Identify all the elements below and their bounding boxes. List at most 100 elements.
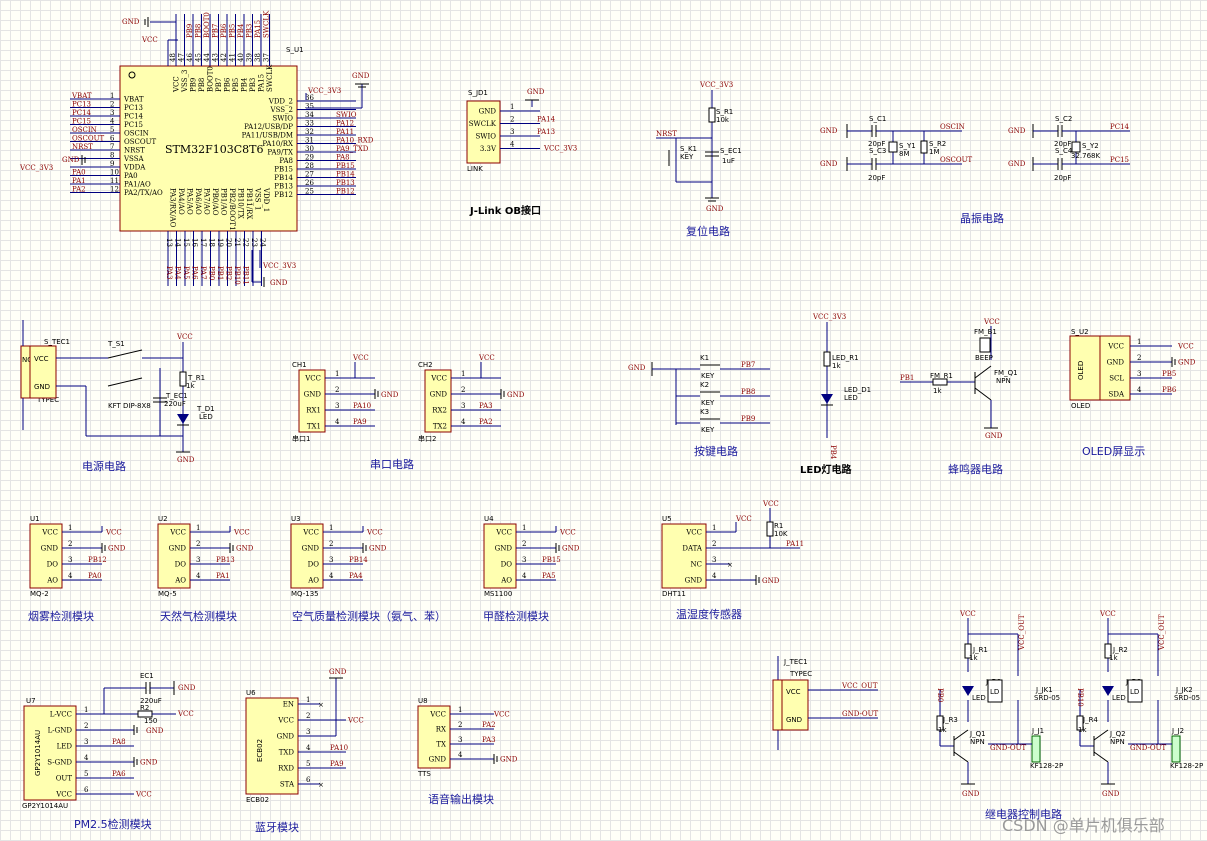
tts-pin-num: 2: [458, 721, 462, 729]
xtal-y2v: 32.768K: [1071, 152, 1100, 160]
key-ref: K2: [700, 381, 709, 389]
mcu-left-pin-name: PA0: [124, 172, 138, 180]
pwr-gnd-pin: GND: [34, 383, 50, 391]
mcu-right-pin-name: PB14: [274, 174, 293, 182]
sensor-pin-name: GND: [41, 545, 59, 553]
relay-d-label: LED: [1112, 694, 1126, 702]
mcu-right-pin-name: PA12/USB/DP: [244, 123, 293, 131]
bt-part: ECB02: [246, 796, 269, 804]
sensor-part: MQ-135: [291, 590, 319, 598]
mcu-top-pin-num: 43: [212, 53, 220, 62]
relay-rb-ref: J_R3: [942, 716, 958, 724]
pm-pin-name: LED: [57, 743, 73, 751]
mcu-left-net: PA2: [72, 186, 86, 194]
pm-net: GND: [140, 759, 158, 767]
pwr-title: 电源电路: [82, 459, 126, 473]
relay-q-type: NPN: [1110, 738, 1125, 746]
mcu-top-pin-num: 38: [254, 53, 262, 62]
mcu-bottom-net: PB11: [242, 266, 250, 285]
pwr-vcc: VCC: [176, 333, 193, 341]
mcu-top-net: PA15: [254, 20, 262, 38]
buzzer-block: VCC FM_B1 BEEP PB1 FM_R1 1k FM_Q1 NPN GN…: [900, 318, 1018, 476]
mcu-left-pin-num: 1: [110, 92, 114, 100]
mcu-bottom-pin-num: 16: [191, 238, 199, 247]
mcu-bottom-pin-name: PB11/RX: [245, 188, 253, 219]
sensor-pin-name: DO: [175, 561, 187, 569]
mcu-top-pin-name: PB7: [215, 78, 223, 92]
xtal-cv3: 20pF: [868, 174, 885, 182]
oled-pin-name: SCL: [1109, 375, 1124, 383]
mcu-left-pin-name: PC13: [124, 104, 143, 112]
relay-ld: LD: [1130, 688, 1139, 696]
mcu-right-net: PB13: [336, 179, 355, 187]
bt-gnd: GND: [329, 668, 347, 676]
mcu-top-pin-num: 45: [195, 53, 203, 62]
mcu-right-pin-num: 25: [305, 188, 314, 196]
pm-ref: U7: [26, 697, 36, 705]
pm-pin-num: 3: [84, 738, 88, 746]
mcu-left-pin-num: 7: [110, 143, 114, 151]
pwr-led: T_D1: [196, 405, 215, 413]
xtal-c3: S_C3: [869, 147, 886, 155]
sensor-net: VCC: [233, 529, 250, 537]
bz-r: FM_R1: [930, 372, 953, 380]
pm-gnd2: GND: [146, 727, 164, 735]
bt-nc-x: ×: [318, 781, 324, 789]
mcu-top-pin-num: 41: [229, 53, 237, 62]
relay-gndout: GND-OUT: [990, 744, 1026, 752]
mcu-top-net: PB5: [229, 24, 237, 38]
sensor-net: GND: [562, 545, 580, 553]
xtal-y2: S_Y2: [1082, 142, 1099, 150]
jlink-pins-pin-name: GND: [479, 108, 497, 116]
pm-title: PM2.5检测模块: [74, 817, 152, 831]
mcu-bottom-net: PB10: [233, 266, 241, 285]
mcu-bottom-pin-num: 18: [208, 238, 216, 247]
sensor-pin-name: AO: [174, 577, 186, 585]
tts-net: PA2: [482, 721, 496, 729]
relay-q-e: [953, 751, 969, 763]
xtal-pc14: PC14: [1110, 123, 1130, 131]
tts-pin-num: 3: [458, 736, 462, 744]
sensor-net: PA0: [88, 572, 102, 580]
sensor-part: MQ-2: [30, 590, 49, 598]
sensor-pin-num: 2: [196, 540, 200, 548]
sensor-pin-num: 1: [68, 524, 72, 532]
pm-vcc1: VCC: [177, 710, 194, 718]
reset-key-ref: S_K1: [680, 145, 697, 153]
mcu-right-net: PB15: [336, 162, 355, 170]
sensor-pin-name: DO: [501, 561, 513, 569]
mcu-top-pin-name: PB6: [224, 77, 232, 92]
mcu-left-net: NRST: [72, 143, 93, 151]
uart-net-rx: PA3: [479, 402, 493, 410]
bt-pin-name: RXD: [278, 765, 294, 773]
jlink-net: PA13: [537, 128, 555, 136]
keys-gnd: GND: [628, 364, 646, 372]
oled-pin-num: 4: [1137, 386, 1142, 394]
mcu-bottom-pin-name: PA6/AO: [194, 188, 202, 215]
mcu-bottom-net: PA6: [191, 266, 199, 280]
uart1-pins-pin-num: 4: [335, 418, 340, 426]
mcu-bottom-pin-num: 20: [225, 238, 233, 247]
sensor-net: VCC: [559, 529, 576, 537]
oled-pin-name: GND: [1107, 359, 1125, 367]
sensor-pin-num: 3: [68, 556, 72, 564]
sensor-net: PA4: [349, 572, 363, 580]
mcu-left-pin-num: 3: [110, 109, 114, 117]
mcu-gnd-net: GND: [122, 18, 140, 26]
mcu-right-net: PA9_TXD: [336, 145, 369, 153]
relay-rb-val: 1k: [938, 726, 947, 734]
power-block: NC S_TEC1 TYPEC VCC GND T_S1 VCC KFT DIP…: [20, 320, 215, 473]
xtal-gnd1: GND: [820, 127, 838, 135]
mcu-left-pin-num: 5: [110, 126, 114, 134]
uart2-pins-pin-name: VCC: [430, 375, 447, 383]
mcu-right-pin-num: 26: [305, 179, 314, 187]
mcu-right-pin-num: 33: [305, 120, 314, 128]
mcu-part: STM32F103C8T6: [165, 143, 264, 156]
sensor-net: PA5: [542, 572, 556, 580]
relay-kf: KF128-2P: [1170, 762, 1203, 770]
tts-pin-name: GND: [429, 756, 447, 764]
relay-j-ref: J_J1: [1031, 727, 1044, 735]
bz-fmt: BEEP: [975, 354, 993, 362]
crystal-block: GND S_C1 20pF OSCIN GND S_C3 20pF OSCOUT…: [820, 115, 1130, 225]
mcu-top-net: SWCLK: [263, 10, 271, 38]
